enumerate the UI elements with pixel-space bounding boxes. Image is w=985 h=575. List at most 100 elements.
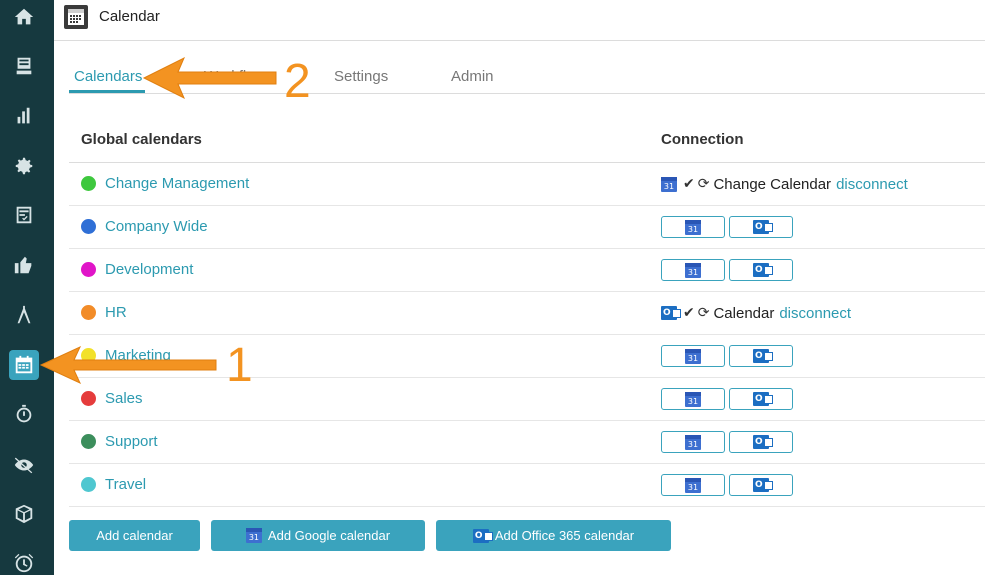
connection-cell: 31 O <box>661 259 797 281</box>
google-calendar-icon: 31 <box>661 176 677 192</box>
google-calendar-icon: 31 <box>685 391 701 407</box>
annotation-number-2: 2 <box>284 55 311 108</box>
annotation-number-1: 1 <box>226 339 253 392</box>
calendar-color-dot <box>81 305 96 320</box>
outlook-icon: O <box>753 220 773 234</box>
google-calendar-icon: 31 <box>685 262 701 278</box>
connect-office365-button[interactable]: O <box>729 431 793 453</box>
google-calendar-icon: 31 <box>245 528 262 543</box>
google-calendar-icon: 31 <box>685 348 701 364</box>
google-calendar-icon: 31 <box>685 477 701 493</box>
calendar-name-link[interactable]: Travel <box>105 476 146 493</box>
calendar-name-link[interactable]: Support <box>105 433 158 450</box>
table-row: Support 31 O <box>69 421 985 464</box>
table-row: Change Management 31 ✔ ⟳ Change Calendar disc… <box>69 163 985 206</box>
connect-google-button[interactable]: 31 <box>661 474 725 496</box>
connect-office365-button[interactable]: O <box>729 474 793 496</box>
compass-icon <box>17 305 31 324</box>
calendar-name-link[interactable]: Company Wide <box>105 218 208 235</box>
tab-settings[interactable]: Settings <box>334 68 388 85</box>
outlook-icon: O <box>753 349 773 363</box>
sidebar-item-home[interactable] <box>9 2 39 32</box>
connect-office365-button[interactable]: O <box>729 345 793 367</box>
outlook-icon: O <box>661 306 681 320</box>
calendar-color-dot <box>81 391 96 406</box>
connect-google-button[interactable]: 31 <box>661 345 725 367</box>
connect-google-button[interactable]: 31 <box>661 259 725 281</box>
bar-chart-icon <box>17 107 30 124</box>
connection-cell: 31 O <box>661 388 797 410</box>
add-google-calendar-button[interactable]: 31 Add Google calendar <box>211 520 425 551</box>
page-title: Calendar <box>99 8 160 25</box>
add-google-calendar-label: Add Google calendar <box>267 528 391 543</box>
calendar-color-dot <box>81 176 96 191</box>
box-icon <box>15 504 33 524</box>
sidebar-item-tasks[interactable] <box>9 200 39 230</box>
connection-cell: O ✔ ⟳ Calendar disconnect <box>661 302 851 324</box>
tab-admin[interactable]: Admin <box>451 68 494 85</box>
table-row: HR O ✔ ⟳ Calendar disconnect <box>69 292 985 335</box>
connect-office365-button[interactable]: O <box>729 259 793 281</box>
outlook-icon: O <box>753 435 773 449</box>
eye-off-icon <box>14 457 34 474</box>
disconnect-link[interactable]: disconnect <box>836 176 908 193</box>
sync-icon[interactable]: ⟳ <box>698 176 710 192</box>
calendar-icon <box>15 355 33 374</box>
connected-calendar-label: Calendar <box>713 304 775 322</box>
connection-cell: 31 O <box>661 345 797 367</box>
connection-cell: 31 O <box>661 216 797 238</box>
check-icon: ✔ <box>683 305 695 321</box>
active-tab-indicator <box>69 90 145 93</box>
alarm-icon <box>14 553 34 573</box>
connect-office365-button[interactable]: O <box>729 216 793 238</box>
sidebar-item-settings[interactable] <box>9 151 39 181</box>
gear-icon <box>15 157 33 175</box>
sidebar-item-reports[interactable] <box>9 101 39 131</box>
sidebar-item-feedback[interactable] <box>9 250 39 280</box>
table-row: Travel 31 O <box>69 464 985 507</box>
add-office365-calendar-button[interactable]: O Add Office 365 calendar <box>436 520 671 551</box>
stopwatch-icon <box>16 404 32 423</box>
table-row: Development 31 O <box>69 249 985 292</box>
inbox-icon <box>16 57 32 75</box>
sidebar-item-alarms[interactable] <box>9 548 39 575</box>
tab-calendars[interactable]: Calendars <box>74 68 142 85</box>
calendar-name-link[interactable]: Development <box>105 261 193 278</box>
connected-calendar-label: Change Calendar <box>713 175 832 193</box>
checklist-icon <box>16 206 32 224</box>
column-header-connection: Connection <box>661 131 744 148</box>
disconnect-link[interactable]: disconnect <box>779 305 851 322</box>
connection-cell: 31 O <box>661 474 797 496</box>
sidebar-item-packages[interactable] <box>9 499 39 529</box>
outlook-icon: O <box>753 478 773 492</box>
calendar-color-dot <box>81 219 96 234</box>
sidebar-item-inbox[interactable] <box>9 51 39 81</box>
add-calendar-label: Add calendar <box>96 528 173 543</box>
check-icon: ✔ <box>683 176 695 192</box>
calendar-color-dot <box>81 262 96 277</box>
sidebar-item-tools[interactable] <box>9 300 39 330</box>
sidebar-item-privacy[interactable] <box>9 450 39 480</box>
connection-cell: 31 O <box>661 431 797 453</box>
table-header: Global calendars Connection <box>69 119 985 163</box>
connection-cell: 31 ✔ ⟳ Change Calendar disconnect <box>661 173 908 195</box>
calendar-name-link[interactable]: HR <box>105 304 127 321</box>
sidebar-item-calendar[interactable] <box>9 350 39 380</box>
sidebar-item-timer[interactable] <box>9 400 39 430</box>
page-header: Calendar <box>54 0 985 41</box>
connect-google-button[interactable]: 31 <box>661 216 725 238</box>
connect-google-button[interactable]: 31 <box>661 431 725 453</box>
calendar-color-dot <box>81 434 96 449</box>
outlook-icon: O <box>753 263 773 277</box>
connect-office365-button[interactable]: O <box>729 388 793 410</box>
outlook-icon: O <box>472 528 493 543</box>
connect-google-button[interactable]: 31 <box>661 388 725 410</box>
calendar-icon <box>64 5 88 29</box>
calendar-name-link[interactable]: Sales <box>105 390 143 407</box>
add-calendar-button[interactable]: Add calendar <box>69 520 200 551</box>
calendar-name-link[interactable]: Change Management <box>105 175 249 192</box>
sync-icon[interactable]: ⟳ <box>698 305 710 321</box>
sidebar <box>0 0 54 575</box>
table-row: Company Wide 31 O <box>69 206 985 249</box>
google-calendar-icon: 31 <box>685 434 701 450</box>
